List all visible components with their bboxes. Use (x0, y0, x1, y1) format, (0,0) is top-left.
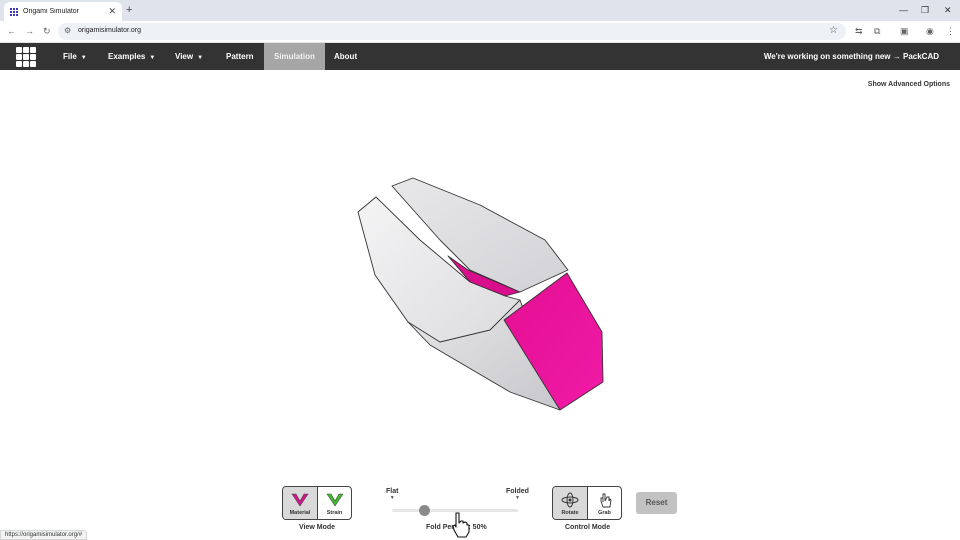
hand-icon (600, 493, 611, 508)
strain-icon (325, 493, 344, 507)
grab-mode-button[interactable]: Grab (587, 487, 621, 519)
rotate-icon (561, 492, 579, 508)
slider-handle[interactable] (418, 505, 430, 516)
view-mode-label: View Mode (299, 524, 336, 531)
status-bar-url: https://origamisimulator.org/# (0, 530, 88, 540)
origami-3d-viewport[interactable] (0, 0, 960, 540)
control-mode-group: Rotate Grab (552, 486, 622, 520)
reset-button[interactable]: Reset (636, 492, 677, 514)
view-mode-group: Material Strain (282, 486, 352, 520)
flat-marker-icon: ▼ (389, 495, 395, 501)
material-mode-button[interactable]: Material (283, 487, 317, 519)
control-mode-label: Control Mode (565, 524, 611, 531)
hand-cursor-icon (452, 512, 470, 538)
slider-flat-label: Flat ▼ (386, 488, 399, 501)
strain-mode-button[interactable]: Strain (317, 487, 351, 519)
rotate-mode-button[interactable]: Rotate (553, 487, 587, 519)
folded-marker-icon: ▼ (515, 495, 520, 501)
material-icon (291, 493, 309, 507)
slider-folded-label: Folded ▼ (506, 488, 529, 501)
